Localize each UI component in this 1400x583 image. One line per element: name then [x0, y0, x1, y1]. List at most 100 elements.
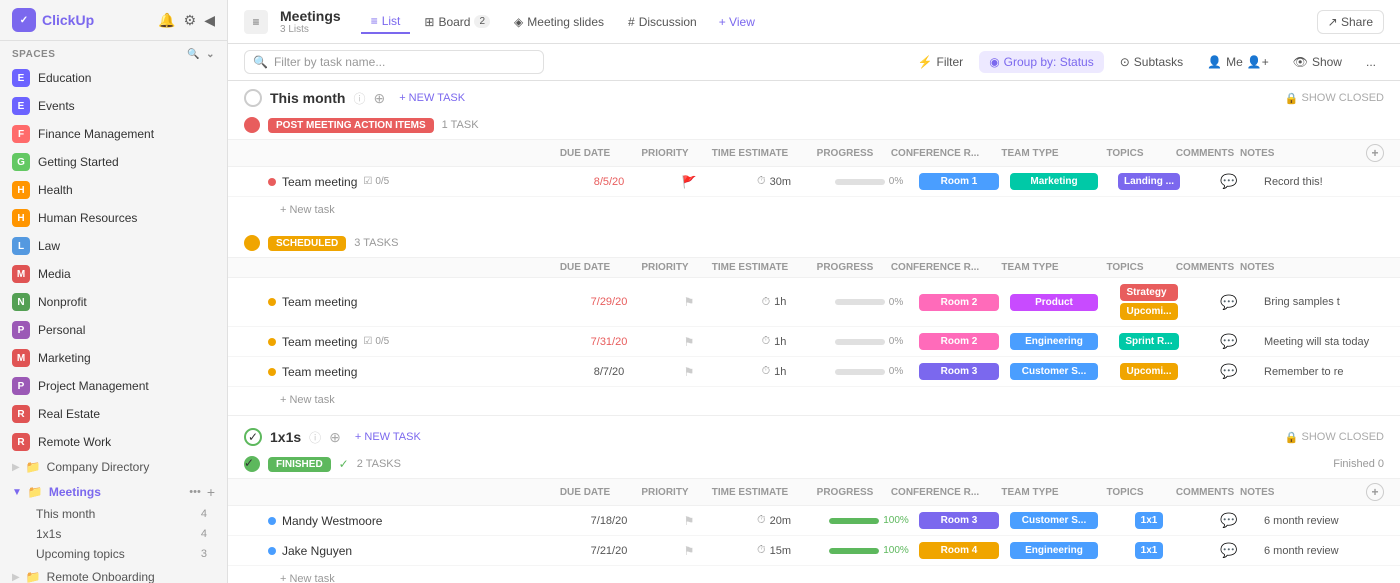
sidebar-item-events[interactable]: E Events: [0, 92, 227, 120]
task-checkbox-1[interactable]: ☑ 0/5: [363, 176, 389, 187]
s-task-3-name[interactable]: Team meeting: [282, 365, 357, 379]
f-task-1-comments[interactable]: 💬: [1194, 512, 1264, 529]
table-row: Jake Nguyen 7/21/20 ⚑ ⏱ 15m 100% Room 4 …: [228, 536, 1400, 566]
group-by-btn[interactable]: ◉ Group by: Status: [979, 51, 1104, 73]
meetings-add-icon[interactable]: +: [207, 484, 215, 500]
chat-icon-1: 💬: [1220, 173, 1237, 190]
sidebar-item-hr[interactable]: H Human Resources: [0, 204, 227, 232]
new-task-link-scheduled[interactable]: + New task: [280, 394, 335, 406]
task-priority-1[interactable]: 🚩: [654, 175, 724, 189]
search-icon[interactable]: 🔍: [187, 49, 200, 60]
sidebar-label-rw: Remote Work: [38, 435, 215, 449]
f-task-1-priority[interactable]: ⚑: [654, 514, 724, 528]
nav-discussion[interactable]: # Discussion: [618, 11, 707, 33]
f-task-2-due: 7/21/20: [564, 545, 654, 557]
1x1s-new-task[interactable]: + NEW TASK: [349, 429, 427, 445]
sidebar-badge-pm: P: [12, 377, 30, 395]
meetings-this-month[interactable]: This month 4: [28, 504, 215, 524]
sidebar-item-nonprofit[interactable]: N Nonprofit: [0, 288, 227, 316]
this-month-new-task[interactable]: + NEW TASK: [393, 90, 471, 106]
company-directory-folder[interactable]: ▶ 📁 Company Directory: [0, 456, 227, 478]
add-col-btn[interactable]: +: [1366, 144, 1384, 162]
add-col-btn-f[interactable]: +: [1366, 483, 1384, 501]
sidebar-item-education[interactable]: E Education: [0, 64, 227, 92]
new-task-link-1[interactable]: + New task: [280, 204, 335, 216]
new-task-link-finished[interactable]: + New task: [280, 573, 335, 583]
sidebar-label-events: Events: [38, 99, 215, 113]
sidebar-label-marketing: Marketing: [38, 351, 215, 365]
f-task-2-priority[interactable]: ⚑: [654, 544, 724, 558]
col-header-notes: NOTES: [1240, 148, 1360, 159]
me-btn[interactable]: 👤 Me 👤+: [1199, 51, 1277, 73]
task-name-1[interactable]: Team meeting: [282, 175, 357, 189]
f-task-2-comments[interactable]: 💬: [1194, 542, 1264, 559]
col-header-progress: PROGRESS: [800, 148, 890, 159]
search-box[interactable]: 🔍 Filter by task name...: [244, 50, 544, 74]
show-closed-icon: 🔒: [1285, 92, 1299, 105]
settings-icon[interactable]: ⚙: [184, 12, 197, 29]
s-task-2-notes: Meeting will sta today: [1264, 336, 1384, 348]
1x1s-count: 4: [201, 528, 207, 540]
bell-icon[interactable]: 🔔: [158, 12, 175, 29]
f-task-1-name[interactable]: Mandy Westmoore: [282, 514, 382, 528]
expand-icon[interactable]: ⌄: [206, 49, 215, 60]
toolbar: 🔍 Filter by task name... ⚡ Filter ◉ Grou…: [228, 44, 1400, 81]
task-comments-1[interactable]: 💬: [1194, 173, 1264, 190]
sidebar-label-media: Media: [38, 267, 215, 281]
filter-btn[interactable]: ⚡ Filter: [910, 51, 972, 73]
team-badge-s1: Product: [1010, 294, 1098, 311]
scheduled-group: SCHEDULED 3 TASKS DUE DATE PRIORITY TIME…: [228, 229, 1400, 411]
meetings-more-icon[interactable]: •••: [189, 486, 201, 498]
sidebar-label-re: Real Estate: [38, 407, 215, 421]
s-task-2-name[interactable]: Team meeting: [282, 335, 357, 349]
sidebar-item-real-estate[interactable]: R Real Estate: [0, 400, 227, 428]
nav-slides[interactable]: ◈ Meeting slides: [504, 11, 614, 33]
remote-onboarding-folder[interactable]: ▶ 📁 Remote Onboarding: [0, 566, 227, 583]
s-task-1-comments[interactable]: 💬: [1194, 294, 1264, 311]
s-task-1-due: 7/29/20: [564, 296, 654, 308]
col-s-notes: NOTES: [1240, 262, 1360, 273]
s-task-1-priority[interactable]: ⚑: [654, 295, 724, 309]
nav-list[interactable]: ≡ List: [361, 10, 411, 34]
sidebar-item-health[interactable]: H Health: [0, 176, 227, 204]
share-button[interactable]: ↗ Share: [1317, 10, 1384, 34]
s-task-2-checkbox[interactable]: ☑ 0/5: [363, 336, 389, 347]
sidebar-item-media[interactable]: M Media: [0, 260, 227, 288]
sidebar-item-law[interactable]: L Law: [0, 232, 227, 260]
s-task-2-team: Engineering: [1004, 333, 1104, 350]
sidebar-item-getting-started[interactable]: G Getting Started: [0, 148, 227, 176]
1x1s-add-icon[interactable]: ⊕: [329, 429, 341, 446]
this-month-show-closed[interactable]: 🔒 SHOW CLOSED: [1285, 92, 1384, 105]
show-btn[interactable]: 👁 Show: [1285, 51, 1350, 73]
s-task-1-name[interactable]: Team meeting: [282, 295, 357, 309]
add-view-btn[interactable]: + View: [711, 11, 763, 33]
this-month-add-icon[interactable]: ⊕: [373, 90, 385, 107]
app-logo[interactable]: ✓ ClickUp: [12, 8, 94, 32]
collapse-icon[interactable]: ◀: [204, 12, 215, 29]
f-task-2-name[interactable]: Jake Nguyen: [282, 544, 352, 558]
1x1s-show-closed[interactable]: 🔒 SHOW CLOSED: [1285, 431, 1384, 444]
s-task-3-priority[interactable]: ⚑: [654, 365, 724, 379]
expand-down-icon: ▼: [12, 487, 22, 498]
nav-board[interactable]: ⊞ Board 2: [414, 11, 500, 33]
sidebar-item-project-mgmt[interactable]: P Project Management: [0, 372, 227, 400]
s-task-2-priority[interactable]: ⚑: [654, 335, 724, 349]
this-month-count: 4: [201, 508, 207, 520]
meetings-upcoming[interactable]: Upcoming topics 3: [28, 544, 215, 564]
sidebar-item-marketing[interactable]: M Marketing: [0, 344, 227, 372]
s-task-2-conf: Room 2: [914, 333, 1004, 350]
sidebar-item-finance[interactable]: F Finance Management: [0, 120, 227, 148]
me-icon: 👤: [1207, 55, 1222, 69]
table-row: Team meeting 8/7/20 ⚑ ⏱ 1h 0% Room 3 Cus…: [228, 357, 1400, 387]
subtasks-btn[interactable]: ⊙ Subtasks: [1112, 51, 1191, 73]
meetings-1x1s[interactable]: 1x1s 4: [28, 524, 215, 544]
col-f-due: DUE DATE: [540, 487, 630, 498]
more-btn[interactable]: ...: [1358, 51, 1384, 73]
s-task-3-comments[interactable]: 💬: [1194, 363, 1264, 380]
search-placeholder: Filter by task name...: [274, 55, 385, 69]
toolbar-right: ⚡ Filter ◉ Group by: Status ⊙ Subtasks 👤…: [910, 51, 1384, 73]
sidebar-item-personal[interactable]: P Personal: [0, 316, 227, 344]
share-label: Share: [1341, 15, 1373, 29]
sidebar-item-remote-work[interactable]: R Remote Work: [0, 428, 227, 456]
s-task-2-comments[interactable]: 💬: [1194, 333, 1264, 350]
